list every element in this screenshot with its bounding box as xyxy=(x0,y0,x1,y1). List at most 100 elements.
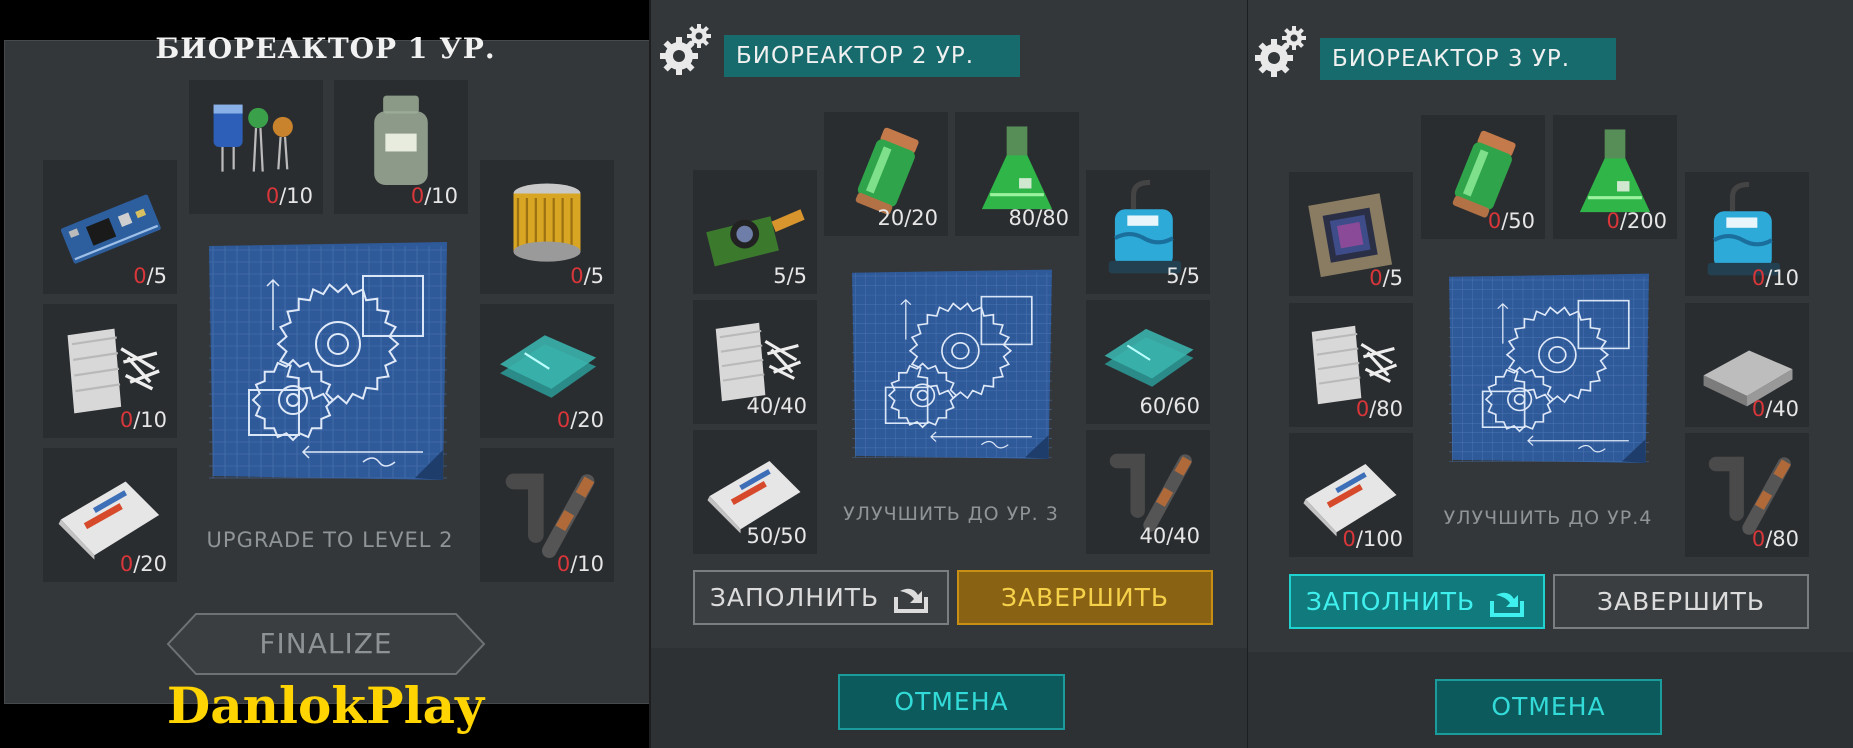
item-count: 0/200 xyxy=(1606,209,1667,233)
slot-cement-bag[interactable]: 0/20 xyxy=(43,448,177,582)
cancel-button[interactable]: ОТМЕНА xyxy=(1435,679,1662,735)
item-count-need: /5 xyxy=(1382,266,1403,290)
slot-glass-sheets[interactable]: 60/60 xyxy=(1086,300,1210,424)
item-count: 60/60 xyxy=(1139,394,1200,418)
item-count-need: /5 xyxy=(146,264,167,288)
blueprint-drawing xyxy=(852,269,1052,460)
slot-pipes[interactable]: 40/40 xyxy=(1086,430,1210,554)
item-count: 0/50 xyxy=(1488,209,1535,233)
gear-icon xyxy=(660,24,711,75)
slot-fiberglass-fabric[interactable]: 0/10 xyxy=(43,304,177,438)
slot-chemical-jar[interactable]: 0/10 xyxy=(334,80,468,214)
item-count-need: /40 xyxy=(773,394,807,418)
slot-steel-ingot[interactable]: 0/40 xyxy=(1685,303,1809,427)
item-count-have: 60 xyxy=(1139,394,1167,418)
item-count-need: /10 xyxy=(570,552,604,576)
slot-cement-bag[interactable]: 50/50 xyxy=(693,430,817,554)
panel2-title: БИОРЕАКТОР 2 УР. xyxy=(724,35,1020,77)
slot-water-pump[interactable]: 0/10 xyxy=(1685,172,1809,296)
gear-icon xyxy=(1255,26,1306,77)
item-count-have: 0 xyxy=(133,264,147,288)
fill-button[interactable]: ЗАПОЛНИТЬ xyxy=(1289,574,1545,629)
item-count-have: 40 xyxy=(746,394,774,418)
item-count-need: /10 xyxy=(424,184,458,208)
item-count-need: /80 xyxy=(1369,397,1403,421)
item-count-have: 0 xyxy=(119,552,134,576)
upgrade-text: УЛУЧШИТЬ ДО УР.4 xyxy=(1443,507,1653,529)
item-count: 0/80 xyxy=(1356,397,1403,421)
item-count-have: 0 xyxy=(119,408,134,432)
item-count-have: 0 xyxy=(1487,209,1502,233)
finalize-button[interactable]: FINALIZE xyxy=(166,612,486,676)
slot-green-battery[interactable]: 0/50 xyxy=(1421,115,1545,239)
slot-green-battery[interactable]: 20/20 xyxy=(824,112,948,236)
fill-label: ЗАПОЛНИТЬ xyxy=(709,583,880,612)
item-count-need: /200 xyxy=(1619,209,1667,233)
finalize-label: FINALIZE xyxy=(259,627,393,660)
item-count-need: /20 xyxy=(133,552,167,576)
slot-glass-sheets[interactable]: 0/20 xyxy=(480,304,614,438)
bioreactor-level1-panel: БИОРЕАКТОР 1 УР. 0/5 0/10 0/10 0/5 0/10 … xyxy=(0,0,651,748)
slot-pipes[interactable]: 0/80 xyxy=(1685,433,1809,557)
finish-button[interactable]: ЗАВЕРШИТЬ xyxy=(1553,574,1809,629)
item-count-need: /5 xyxy=(1179,264,1200,288)
item-count: 0/20 xyxy=(557,408,604,432)
item-count: 0/10 xyxy=(557,552,604,576)
item-count: 0/20 xyxy=(120,552,167,576)
item-count-need: /50 xyxy=(773,524,807,548)
slot-cement-bag[interactable]: 0/100 xyxy=(1289,433,1413,557)
panel3-title: БИОРЕАКТОР 3 УР. xyxy=(1320,38,1616,80)
item-count: 5/5 xyxy=(1166,264,1200,288)
blueprint-image xyxy=(203,240,453,485)
slot-chemical-flask[interactable]: 80/80 xyxy=(955,112,1079,236)
slot-processor-chip[interactable]: 0/5 xyxy=(1289,172,1413,296)
item-count-need: /40 xyxy=(1166,524,1200,548)
item-count: 0/40 xyxy=(1752,397,1799,421)
item-count: 0/10 xyxy=(266,184,313,208)
item-count-need: /80 xyxy=(1765,527,1799,551)
upgrade-text: UPGRADE TO LEVEL 2 xyxy=(206,528,454,552)
blueprint-image xyxy=(1444,272,1654,467)
watermark: DanlokPlay xyxy=(166,676,485,735)
panel1-title: БИОРЕАКТОР 1 УР. xyxy=(155,32,496,65)
item-count-have: 5 xyxy=(773,264,787,288)
slot-camera-module[interactable]: 5/5 xyxy=(693,170,817,294)
item-count-have: 0 xyxy=(1751,397,1766,421)
fill-icon xyxy=(894,588,929,613)
item-count: 0/10 xyxy=(120,408,167,432)
item-count-have: 80 xyxy=(1008,206,1036,230)
item-count-need: /10 xyxy=(279,184,313,208)
fill-button[interactable]: ЗАПОЛНИТЬ xyxy=(693,570,949,625)
item-count-have: 5 xyxy=(1166,264,1180,288)
slot-electronic-components[interactable]: 0/10 xyxy=(189,80,323,214)
slot-pipes[interactable]: 0/10 xyxy=(480,448,614,582)
item-count: 0/5 xyxy=(570,264,604,288)
item-count-need: /50 xyxy=(1501,209,1535,233)
cancel-button[interactable]: ОТМЕНА xyxy=(838,674,1065,730)
item-count-need: /80 xyxy=(1035,206,1069,230)
item-count-have: 20 xyxy=(877,206,905,230)
item-count: 0/10 xyxy=(1752,266,1799,290)
finish-button[interactable]: ЗАВЕРШИТЬ xyxy=(957,570,1213,625)
slot-fiberglass-fabric[interactable]: 40/40 xyxy=(693,300,817,424)
slot-filter[interactable]: 0/5 xyxy=(480,160,614,294)
item-count-need: /10 xyxy=(133,408,167,432)
item-count-have: 0 xyxy=(570,264,584,288)
slot-water-pump[interactable]: 5/5 xyxy=(1086,170,1210,294)
item-count: 0/10 xyxy=(411,184,458,208)
item-count-need: /5 xyxy=(786,264,807,288)
item-count-have: 40 xyxy=(1139,524,1167,548)
item-count-need: /40 xyxy=(1765,397,1799,421)
item-count: 50/50 xyxy=(746,524,807,548)
item-count-have: 0 xyxy=(265,184,280,208)
slot-circuit-board[interactable]: 0/5 xyxy=(43,160,177,294)
item-count-have: 0 xyxy=(556,408,571,432)
item-count-need: /20 xyxy=(570,408,604,432)
item-count-need: /60 xyxy=(1166,394,1200,418)
item-count: 0/100 xyxy=(1342,527,1403,551)
slot-fiberglass-fabric[interactable]: 0/80 xyxy=(1289,303,1413,427)
slot-chemical-flask[interactable]: 0/200 xyxy=(1553,115,1677,239)
item-count-have: 0 xyxy=(1369,266,1383,290)
fill-icon xyxy=(1490,592,1525,617)
item-count: 0/5 xyxy=(1369,266,1403,290)
